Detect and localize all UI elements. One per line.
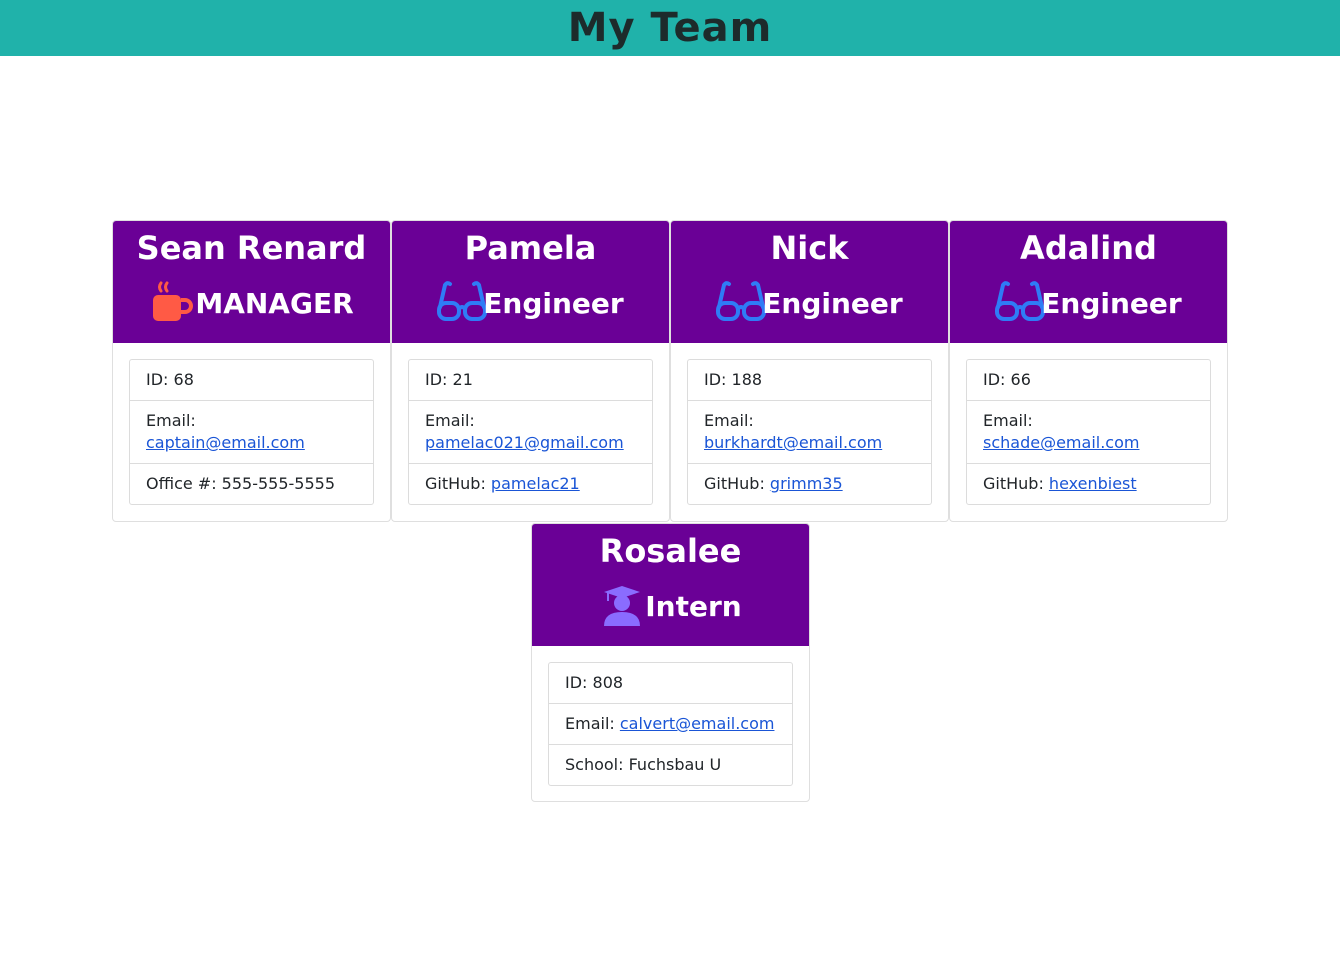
github-item: GitHub: pamelac21: [409, 463, 652, 504]
info-list: ID: 21 Email: pamelac021@gmail.com GitHu…: [408, 359, 653, 505]
employee-role: Intern: [532, 582, 809, 630]
employee-name: Rosalee: [599, 532, 742, 570]
email-link[interactable]: burkhardt@email.com: [704, 433, 882, 452]
employee-role: Engineer: [950, 279, 1227, 327]
card-header: Pamela Engineer: [392, 221, 669, 343]
employee-role: Engineer: [392, 279, 669, 327]
github-item: GitHub: grimm35: [688, 463, 931, 504]
card-header: Rosalee Intern: [532, 524, 809, 646]
email-link[interactable]: captain@email.com: [146, 433, 305, 452]
employee-id: 68: [173, 370, 194, 389]
employee-card: Pamela Engineer ID: 21 Email: pamelac021…: [391, 220, 670, 522]
id-item: ID: 68: [146, 370, 194, 389]
email-item: Email: calvert@email.com: [549, 703, 792, 744]
card-body: ID: 188 Email: burkhardt@email.com GitHu…: [671, 343, 948, 521]
card-body: ID: 66 Email: schade@email.com GitHub: h…: [950, 343, 1227, 521]
employee-name: Pamela: [464, 229, 597, 267]
role-label: MANAGER: [195, 286, 354, 320]
card-body: ID: 21 Email: pamelac021@gmail.com GitHu…: [392, 343, 669, 521]
employee-card: Nick Engineer ID: 188 Email: burkhardt@e…: [670, 220, 949, 522]
glasses-icon: [437, 281, 488, 325]
employee-role: Engineer: [671, 279, 948, 327]
school-item: School: Fuchsbau U: [549, 744, 792, 785]
employee-name: Nick: [770, 229, 849, 267]
glasses-icon: [995, 281, 1046, 325]
info-list: ID: 66 Email: schade@email.com GitHub: h…: [966, 359, 1211, 505]
graduate-icon: [599, 584, 645, 628]
email-link[interactable]: schade@email.com: [983, 433, 1139, 452]
role-label: Engineer: [1041, 286, 1182, 320]
info-list: ID: 188 Email: burkhardt@email.com GitHu…: [687, 359, 932, 505]
info-list: ID: 808 Email: calvert@email.com School:…: [548, 662, 793, 786]
team-row-2: Rosalee Intern ID: 808 Email: calvert@em…: [531, 523, 810, 802]
employee-role: MANAGER: [113, 279, 390, 327]
github-link[interactable]: grimm35: [770, 474, 843, 493]
employee-id: 66: [1010, 370, 1031, 389]
card-body: ID: 68 Email: captain@email.com Office #…: [113, 343, 390, 521]
github-link[interactable]: hexenbiest: [1049, 474, 1137, 493]
employee-card: Rosalee Intern ID: 808 Email: calvert@em…: [531, 523, 810, 802]
coffee-icon: [149, 281, 195, 325]
email-item: Email: pamelac021@gmail.com: [409, 400, 652, 463]
card-header: Sean Renard MANAGER: [113, 221, 390, 343]
email-item: Email: captain@email.com: [130, 400, 373, 463]
card-header: Adalind Engineer: [950, 221, 1227, 343]
role-label: Engineer: [483, 286, 624, 320]
employee-id: 808: [592, 673, 624, 692]
office-number: 555-555-5555: [221, 474, 336, 493]
employee-name: Sean Renard: [136, 229, 367, 267]
employee-card: Adalind Engineer ID: 66 Email: schade@em…: [949, 220, 1228, 522]
email-link[interactable]: pamelac021@gmail.com: [425, 433, 624, 452]
page-header: My Team: [0, 0, 1340, 56]
employee-id: 188: [731, 370, 763, 389]
school-name: Fuchsbau U: [628, 755, 722, 774]
employee-name: Adalind: [1020, 229, 1157, 267]
id-item: ID: 808: [565, 673, 624, 692]
id-item: ID: 21: [425, 370, 473, 389]
card-header: Nick Engineer: [671, 221, 948, 343]
card-body: ID: 808 Email: calvert@email.com School:…: [532, 646, 809, 801]
team-row-1: Sean Renard MANAGER ID: 68 Email: captai…: [112, 220, 1228, 522]
employee-id: 21: [452, 370, 473, 389]
page-title: My Team: [567, 5, 773, 51]
email-item: Email: burkhardt@email.com: [688, 400, 931, 463]
github-item: GitHub: hexenbiest: [967, 463, 1210, 504]
id-item: ID: 188: [704, 370, 763, 389]
id-item: ID: 66: [983, 370, 1031, 389]
email-link[interactable]: calvert@email.com: [620, 714, 775, 733]
office-item: Office #: 555-555-5555: [130, 463, 373, 504]
email-item: Email: schade@email.com: [967, 400, 1210, 463]
employee-card: Sean Renard MANAGER ID: 68 Email: captai…: [112, 220, 391, 522]
glasses-icon: [716, 281, 767, 325]
info-list: ID: 68 Email: captain@email.com Office #…: [129, 359, 374, 505]
role-label: Engineer: [762, 286, 903, 320]
github-link[interactable]: pamelac21: [491, 474, 580, 493]
role-label: Intern: [645, 589, 742, 623]
